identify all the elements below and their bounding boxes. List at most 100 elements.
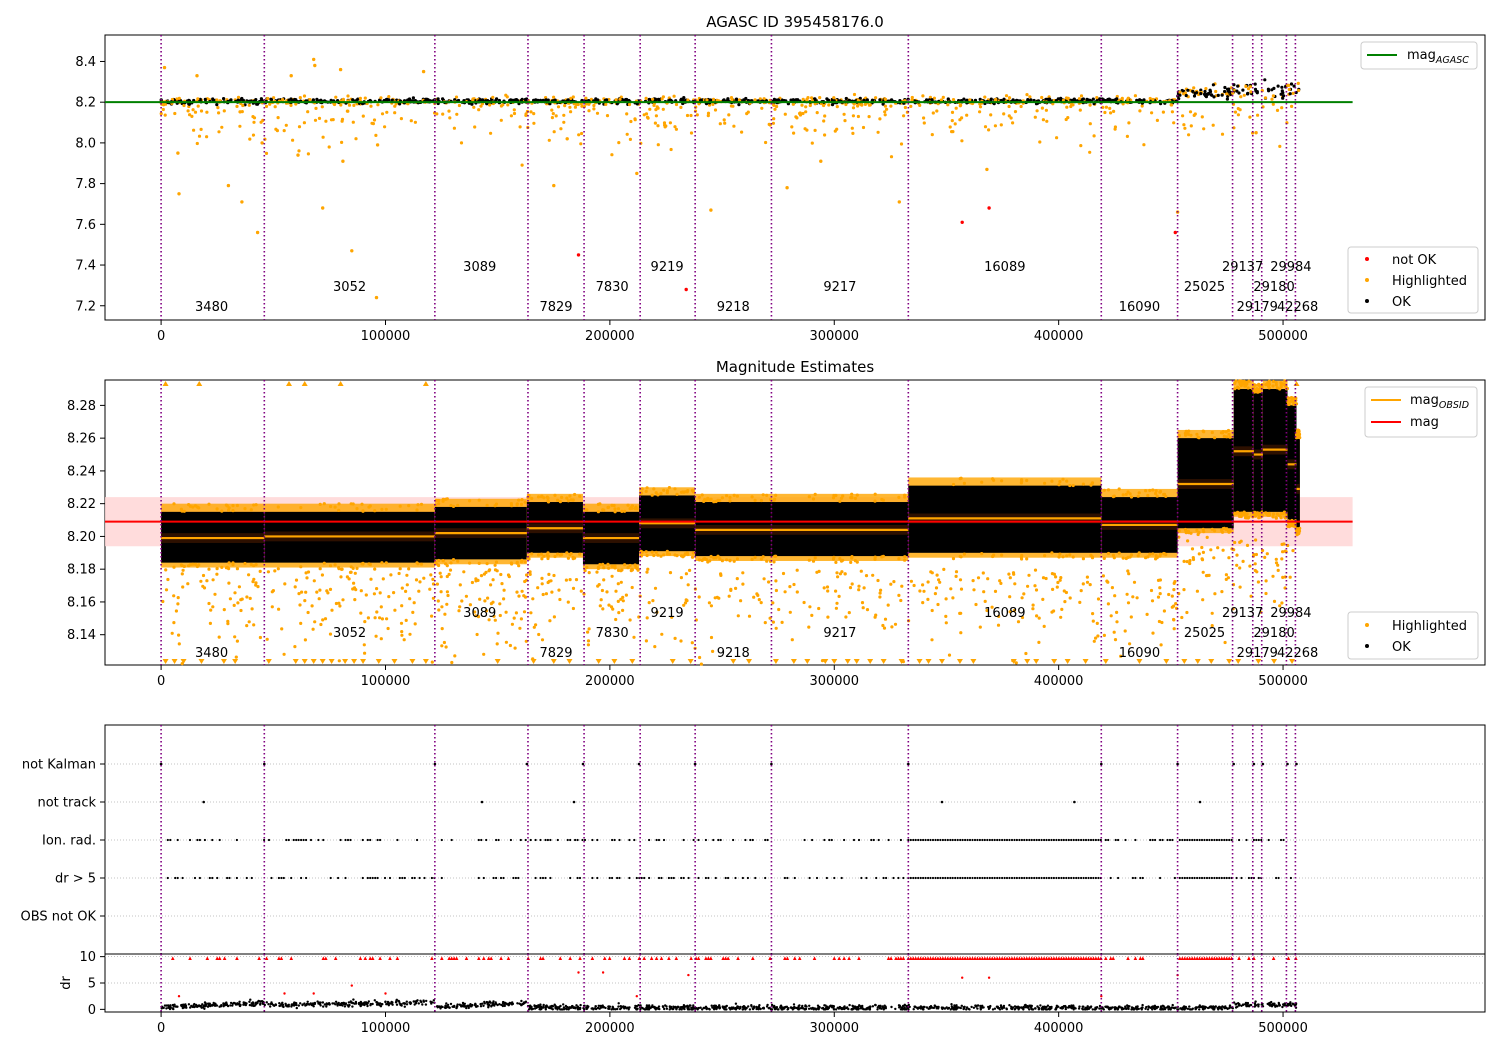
- legend-label: mag: [1410, 415, 1439, 430]
- highlighted-point: [752, 595, 756, 599]
- highlighted-point: [470, 580, 474, 585]
- flag-point-ion-rad: [1159, 838, 1162, 842]
- highlighted-point: [750, 495, 754, 499]
- flag-point-ion-rad: [917, 838, 920, 842]
- highlighted-point: [565, 496, 569, 500]
- highlighted-point: [306, 110, 310, 114]
- highlighted-point: [630, 585, 634, 590]
- flag-point-not-track: [940, 800, 944, 804]
- highlighted-point: [245, 595, 249, 599]
- flag-point-dr-gt-5: [1225, 876, 1228, 880]
- flag-point-dr-gt-5: [648, 876, 651, 880]
- highlighted-point: [249, 508, 253, 512]
- highlighted-point: [475, 632, 479, 637]
- clipped-low-marker: [319, 659, 326, 664]
- highlighted-point: [935, 109, 939, 113]
- flag-point-ion-rad: [1070, 838, 1073, 842]
- highlighted-point: [550, 590, 554, 594]
- highlighted-outlier: [552, 183, 556, 188]
- highlighted-point: [215, 572, 219, 576]
- highlighted-point: [1265, 552, 1269, 556]
- highlighted-point: [373, 567, 377, 571]
- highlighted-point: [665, 549, 669, 553]
- highlighted-point: [702, 557, 706, 561]
- flag-point-dr-gt-5: [1033, 876, 1036, 880]
- highlighted-point: [472, 105, 476, 109]
- highlighted-point: [838, 499, 842, 503]
- clipped-low-marker: [360, 659, 367, 664]
- highlighted-point: [276, 567, 280, 571]
- highlighted-point: [241, 103, 245, 108]
- flag-point-dr-gt-5: [1228, 876, 1231, 880]
- flag-point-ion-rad: [574, 838, 577, 842]
- flag-point-ion-rad: [309, 838, 313, 842]
- highlighted-point: [1108, 106, 1112, 110]
- obsid-label: 42268: [1277, 300, 1318, 315]
- highlighted-point: [337, 567, 341, 571]
- highlighted-point: [1278, 144, 1282, 148]
- highlighted-point: [215, 507, 219, 511]
- highlighted-point: [625, 112, 629, 116]
- highlighted-point: [1233, 110, 1238, 114]
- obsid-label: 3480: [195, 646, 228, 661]
- flag-point-not-kalman: [907, 762, 910, 766]
- highlighted-point: [369, 577, 373, 581]
- highlighted-point: [1243, 512, 1248, 517]
- highlighted-point: [298, 603, 302, 607]
- highlighted-point: [640, 487, 644, 491]
- highlighted-point: [813, 556, 817, 560]
- flag-point-dr-gt-5: [300, 876, 303, 880]
- flag-point-ion-rad: [440, 838, 443, 842]
- highlighted-point: [1160, 620, 1164, 625]
- dr-ok-point: [617, 1002, 620, 1005]
- flag-point-dr-gt-5: [1040, 876, 1043, 880]
- highlighted-point: [1121, 493, 1125, 497]
- flag-point-ion-rad: [1252, 838, 1255, 842]
- highlighted-point: [1271, 102, 1275, 106]
- highlighted-point: [213, 592, 217, 596]
- flag-point-ion-rad: [583, 838, 587, 842]
- flag-point-not-kalman: [637, 762, 641, 766]
- highlighted-point: [544, 592, 549, 596]
- highlighted-point: [448, 116, 452, 120]
- dr-ok-point: [1257, 1005, 1260, 1008]
- flag-point-ion-rad: [657, 838, 661, 842]
- highlighted-point: [573, 105, 578, 109]
- clipped-low-marker: [772, 659, 779, 664]
- highlighted-point: [297, 125, 302, 129]
- highlighted-point: [494, 560, 499, 564]
- flag-point-dr-gt-5: [946, 876, 949, 880]
- highlighted-point: [369, 104, 373, 108]
- highlighted-point: [435, 562, 439, 566]
- flag-point-not-kalman: [263, 762, 266, 766]
- flag-point-dr-gt-5: [734, 876, 737, 880]
- highlighted-point: [363, 96, 367, 100]
- obsid-label: 29984: [1270, 260, 1311, 275]
- flag-point-ion-rad: [1149, 838, 1152, 842]
- highlighted-point: [903, 493, 907, 497]
- highlighted-point: [765, 493, 769, 497]
- highlighted-point: [722, 118, 726, 122]
- highlighted-point: [618, 97, 622, 101]
- dr-ok-point: [1077, 1007, 1081, 1010]
- highlighted-point: [950, 119, 954, 123]
- flag-point-dr-gt-5: [996, 876, 999, 880]
- highlighted-point: [802, 600, 806, 605]
- dr-capped-marker: [541, 956, 545, 961]
- highlighted-point: [965, 113, 969, 117]
- highlighted-point: [629, 119, 633, 124]
- highlighted-point: [705, 98, 709, 102]
- ok-point: [315, 97, 319, 101]
- highlighted-point: [811, 497, 816, 501]
- flag-point-dr-gt-5: [1131, 876, 1134, 880]
- highlighted-point: [297, 592, 301, 596]
- highlighted-point: [174, 609, 178, 613]
- flag-point-ion-rad: [1010, 838, 1014, 842]
- flag-point-not-kalman: [693, 762, 697, 766]
- highlighted-outlier: [289, 74, 293, 78]
- highlighted-point: [1243, 384, 1248, 388]
- highlighted-point: [974, 602, 978, 607]
- highlighted-point: [375, 587, 379, 591]
- highlighted-point: [659, 491, 663, 495]
- highlighted-point: [334, 95, 338, 99]
